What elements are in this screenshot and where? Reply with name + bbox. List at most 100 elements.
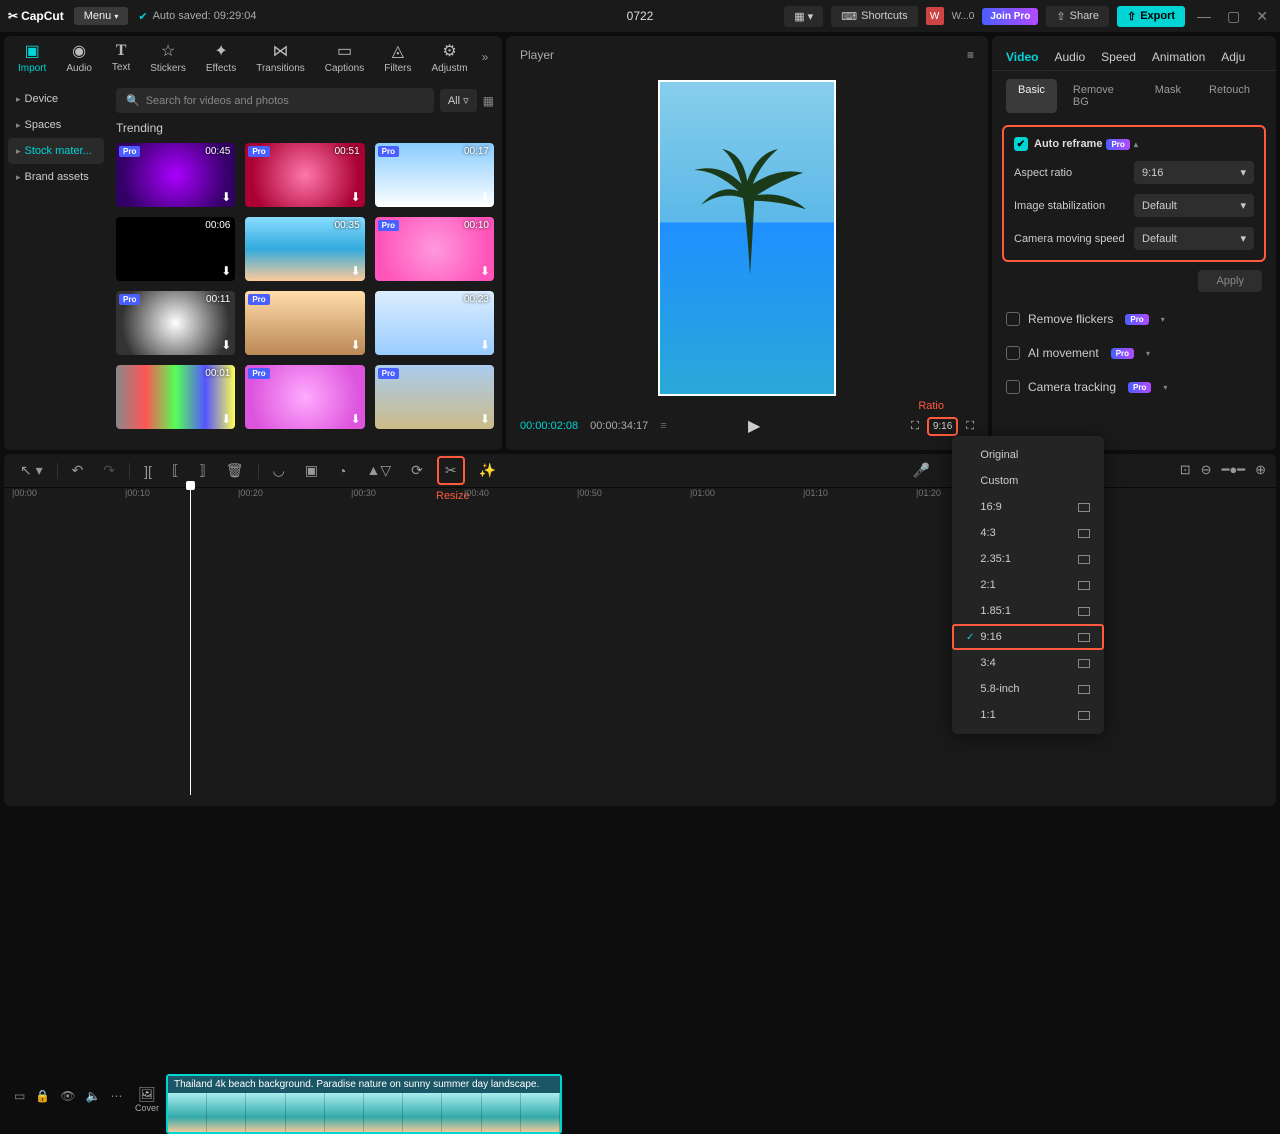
zoom-slider[interactable]: ━●━ bbox=[1222, 462, 1246, 478]
subtab-mask[interactable]: Mask bbox=[1143, 79, 1193, 113]
thumbnail[interactable]: Pro00:45⬇ bbox=[116, 143, 235, 207]
proxy-icon[interactable]: ▭ bbox=[14, 1089, 25, 1103]
ratio-option[interactable]: ✓1:1 bbox=[952, 702, 1104, 728]
tab-captions[interactable]: ▭Captions bbox=[315, 41, 374, 74]
export-button[interactable]: ⇧ Export bbox=[1117, 6, 1185, 27]
tab-adjustment[interactable]: ⚙Adjustm bbox=[421, 41, 477, 74]
mark-tool[interactable]: ◡ bbox=[267, 458, 291, 483]
filter-all-button[interactable]: All ▿ bbox=[440, 89, 477, 112]
cam-select[interactable]: Default▾ bbox=[1134, 227, 1254, 250]
tab-import[interactable]: ▣Import bbox=[8, 41, 56, 74]
subtab-removebg[interactable]: Remove BG bbox=[1061, 79, 1139, 113]
project-title[interactable]: 0722 bbox=[627, 9, 654, 23]
tab-audio[interactable]: ◉Audio bbox=[56, 41, 102, 74]
fullscreen-icon[interactable]: ⛶ bbox=[966, 420, 974, 433]
ratio-option[interactable]: ✓Original bbox=[952, 442, 1104, 468]
thumbnail[interactable]: 00:01⬇ bbox=[116, 365, 235, 429]
thumbnail[interactable]: Pro00:51⬇ bbox=[245, 143, 364, 207]
rtab-audio[interactable]: Audio bbox=[1054, 50, 1085, 64]
tab-transitions[interactable]: ⋈Transitions bbox=[246, 41, 315, 74]
ratio-button[interactable]: 9:16 bbox=[927, 417, 958, 436]
menu-button[interactable]: Menu ▾ bbox=[74, 7, 129, 25]
rtab-video[interactable]: Video bbox=[1006, 50, 1038, 64]
player-menu-icon[interactable]: ≡ bbox=[967, 48, 974, 62]
thumbnail[interactable]: Pro00:11⬇ bbox=[116, 291, 235, 355]
lock-icon[interactable]: 🔒 bbox=[35, 1089, 50, 1103]
playhead[interactable] bbox=[190, 485, 191, 795]
ratio-option[interactable]: ✓2.35:1 bbox=[952, 546, 1104, 572]
subtab-basic[interactable]: Basic bbox=[1006, 79, 1057, 113]
thumbnail[interactable]: Pro00:10⬇ bbox=[375, 217, 494, 281]
apply-button[interactable]: Apply bbox=[1198, 270, 1262, 292]
thumbnail[interactable]: 00:35⬇ bbox=[245, 217, 364, 281]
mirror-tool[interactable]: ▲▽ bbox=[360, 458, 397, 483]
thumbnail[interactable]: Pro⬇ bbox=[375, 365, 494, 429]
tree-device[interactable]: Device bbox=[8, 86, 104, 112]
thumbnail[interactable]: Pro00:17⬇ bbox=[375, 143, 494, 207]
auto-reframe-checkbox[interactable]: ✔ bbox=[1014, 137, 1028, 151]
grid-view-icon[interactable]: ▦ bbox=[483, 94, 494, 108]
mic-button[interactable]: 🎤 bbox=[913, 462, 930, 479]
speed-tool[interactable]: ◔ bbox=[332, 459, 352, 483]
layout-button[interactable]: ▦ ▾ bbox=[784, 6, 823, 27]
thumbnail[interactable]: 00:23⬇ bbox=[375, 291, 494, 355]
aspect-select[interactable]: 9:16▾ bbox=[1134, 161, 1254, 184]
tree-brand[interactable]: Brand assets bbox=[8, 164, 104, 190]
scale-icon[interactable]: ⛶ bbox=[911, 420, 919, 433]
zoom-in-icon[interactable]: ⊕ bbox=[1255, 462, 1266, 478]
join-pro-button[interactable]: Join Pro bbox=[982, 8, 1038, 25]
ratio-option[interactable]: ✓3:4 bbox=[952, 650, 1104, 676]
zoom-out-icon[interactable]: ⊖ bbox=[1201, 462, 1212, 478]
list-icon[interactable]: ≡ bbox=[660, 420, 666, 432]
play-button[interactable]: ▶ bbox=[748, 416, 760, 436]
ratio-option[interactable]: ✓Custom bbox=[952, 468, 1104, 494]
close-icon[interactable]: ✕ bbox=[1252, 8, 1272, 25]
maximize-icon[interactable]: ▢ bbox=[1223, 8, 1244, 25]
minimize-icon[interactable]: — bbox=[1193, 8, 1215, 24]
tab-stickers[interactable]: ☆Stickers bbox=[140, 41, 196, 74]
mute-icon[interactable]: 🔈 bbox=[86, 1089, 101, 1103]
redo-button[interactable]: ↷ bbox=[97, 458, 121, 483]
tree-stock[interactable]: Stock mater... bbox=[8, 138, 104, 164]
delete-tool[interactable]: 🗑 bbox=[220, 458, 250, 483]
tabs-more-icon[interactable]: » bbox=[478, 50, 493, 64]
thumbnail[interactable]: Pro⬇ bbox=[245, 291, 364, 355]
rtab-animation[interactable]: Animation bbox=[1152, 50, 1205, 64]
ratio-option[interactable]: ✓5.8-inch bbox=[952, 676, 1104, 702]
cover-button[interactable]: 🖼Cover bbox=[132, 1086, 162, 1113]
tab-effects[interactable]: ✦Effects bbox=[196, 41, 246, 74]
subtab-retouch[interactable]: Retouch bbox=[1197, 79, 1262, 113]
ratio-option[interactable]: ✓9:16 bbox=[952, 624, 1104, 650]
camera-tracking-item[interactable]: Camera trackingPro▾ bbox=[992, 370, 1276, 404]
more-icon[interactable]: ⋯ bbox=[110, 1089, 122, 1103]
undo-button[interactable]: ↶ bbox=[66, 458, 90, 483]
ai-movement-item[interactable]: AI movementPro▾ bbox=[992, 336, 1276, 370]
tab-filters[interactable]: ◬Filters bbox=[374, 41, 421, 74]
tree-spaces[interactable]: Spaces bbox=[8, 112, 104, 138]
magnet-icon[interactable]: ⊡ bbox=[1180, 462, 1191, 478]
stab-select[interactable]: Default▾ bbox=[1134, 194, 1254, 217]
rtab-adjust[interactable]: Adju bbox=[1221, 50, 1245, 64]
shortcuts-button[interactable]: ⌨ Shortcuts bbox=[831, 6, 917, 27]
share-button[interactable]: ⇧ Share bbox=[1046, 6, 1109, 27]
rtab-speed[interactable]: Speed bbox=[1101, 50, 1136, 64]
visibility-icon[interactable]: 👁 bbox=[60, 1089, 75, 1103]
select-tool[interactable]: ↖ ▾ bbox=[14, 458, 49, 483]
tab-text[interactable]: TText bbox=[102, 42, 140, 73]
frame-tool[interactable]: ▣ bbox=[299, 458, 324, 483]
search-input[interactable]: 🔍 Search for videos and photos bbox=[116, 88, 434, 113]
enhance-tool[interactable]: ✨ bbox=[473, 458, 502, 483]
split-tool[interactable]: ][ bbox=[138, 459, 158, 483]
ratio-option[interactable]: ✓4:3 bbox=[952, 520, 1104, 546]
trim-left-tool[interactable]: ⟦ bbox=[166, 458, 185, 483]
thumbnail[interactable]: 00:06⬇ bbox=[116, 217, 235, 281]
thumbnail[interactable]: Pro⬇ bbox=[245, 365, 364, 429]
ratio-option[interactable]: ✓2:1 bbox=[952, 572, 1104, 598]
ratio-option[interactable]: ✓16:9 bbox=[952, 494, 1104, 520]
preview-canvas[interactable] bbox=[658, 80, 836, 396]
ratio-option[interactable]: ✓1.85:1 bbox=[952, 598, 1104, 624]
trim-right-tool[interactable]: ⟧ bbox=[193, 458, 212, 483]
remove-flickers-item[interactable]: Remove flickersPro▾ bbox=[992, 302, 1276, 336]
video-clip[interactable]: Thailand 4k beach background. Paradise n… bbox=[166, 1074, 562, 1134]
rotate-tool[interactable]: ⟳ bbox=[405, 458, 429, 483]
